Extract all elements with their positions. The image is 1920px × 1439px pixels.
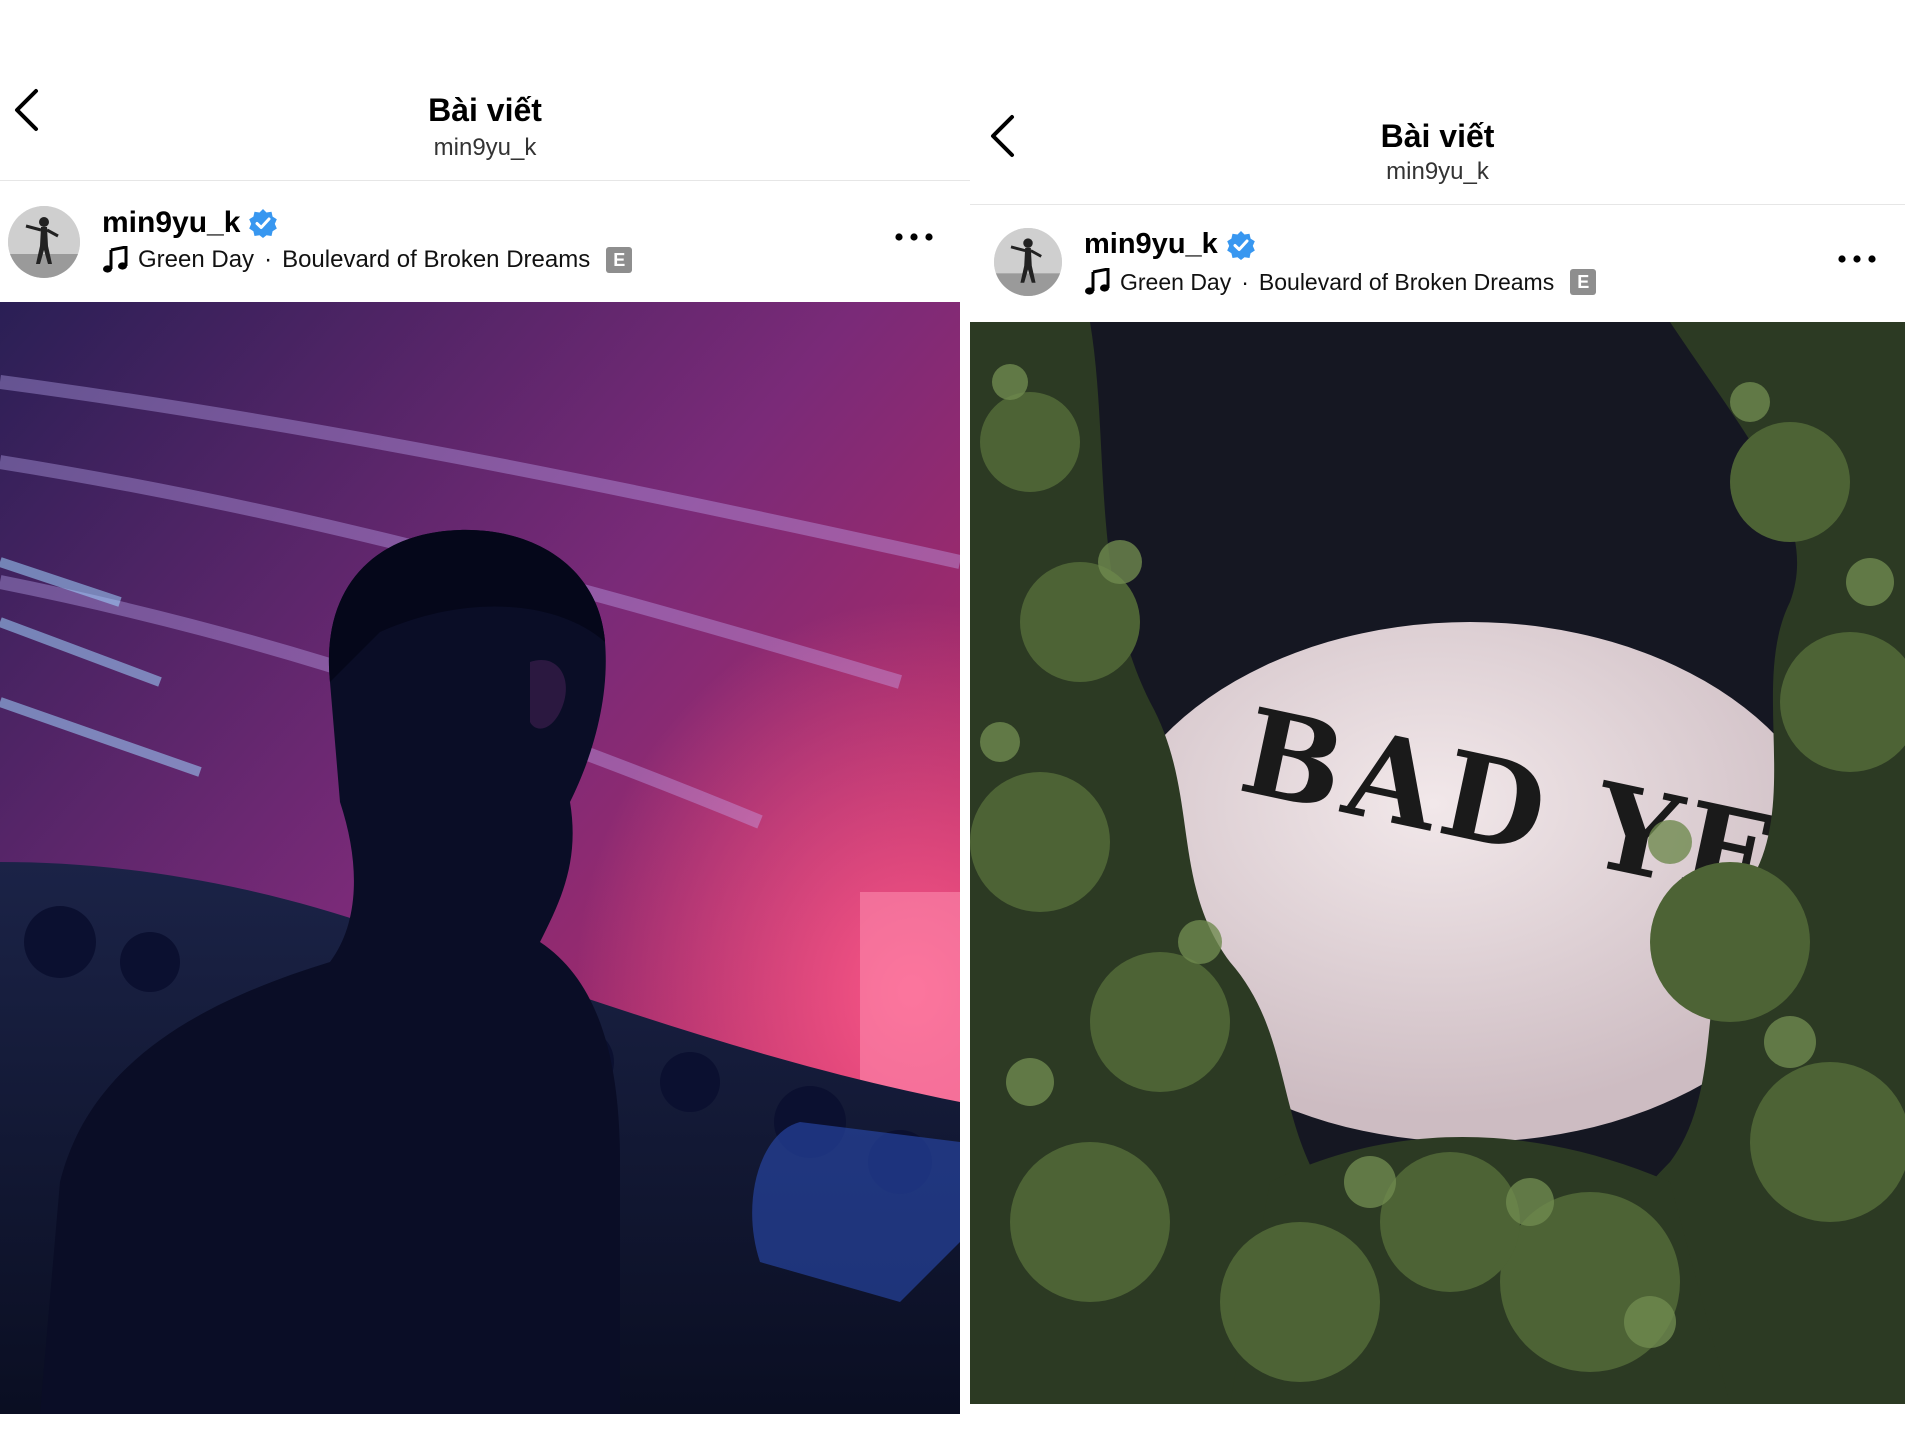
post-header: min9yu_k Green Day · Boulevard of Broken… <box>970 206 1905 322</box>
music-separator: · <box>1241 268 1249 295</box>
username-text: min9yu_k <box>102 206 241 239</box>
music-attribution[interactable]: Green Day · Boulevard of Broken Dreams E <box>102 246 633 274</box>
music-song: Boulevard of Broken Dreams <box>1258 268 1555 295</box>
music-note-icon <box>102 246 128 274</box>
post-photo[interactable]: BAD YEAR <box>970 322 1905 1404</box>
music-artist: Green Day <box>138 246 255 273</box>
music-attribution[interactable]: Green Day · Boulevard of Broken Dreams E <box>1084 268 1597 296</box>
music-artist: Green Day <box>1120 268 1232 295</box>
post-panel-right: Bài viết min9yu_k min9yu_k Green Day · B… <box>970 0 1905 1439</box>
post-photo[interactable] <box>0 302 960 1414</box>
verified-badge-icon <box>1226 230 1256 260</box>
more-dots-icon <box>1837 254 1877 264</box>
more-dots-icon <box>894 232 934 242</box>
verified-badge-icon <box>248 208 278 238</box>
username[interactable]: min9yu_k <box>102 206 278 240</box>
page-title: Bài viết <box>1380 118 1495 154</box>
username-text: min9yu_k <box>1084 228 1218 260</box>
more-options-button[interactable] <box>1833 244 1881 274</box>
more-options-button[interactable] <box>890 222 938 252</box>
avatar[interactable] <box>8 206 80 278</box>
page-subtitle: min9yu_k <box>1386 158 1489 185</box>
music-song: Boulevard of Broken Dreams <box>282 246 591 273</box>
post-panel-left: Bài viết min9yu_k min9yu_k Green Day · B… <box>0 0 970 1439</box>
top-nav: Bài viết min9yu_k <box>970 86 1905 205</box>
explicit-badge: E <box>606 247 633 273</box>
music-separator: · <box>264 246 273 273</box>
username[interactable]: min9yu_k <box>1084 228 1256 261</box>
post-header: min9yu_k Green Day · Boulevard of Broken… <box>0 182 970 302</box>
top-nav: Bài viết min9yu_k <box>0 60 970 181</box>
avatar[interactable] <box>994 228 1062 296</box>
explicit-badge: E <box>1570 269 1597 295</box>
music-note-icon <box>1084 268 1110 296</box>
page-subtitle: min9yu_k <box>433 134 537 161</box>
page-title: Bài viết <box>428 92 542 128</box>
